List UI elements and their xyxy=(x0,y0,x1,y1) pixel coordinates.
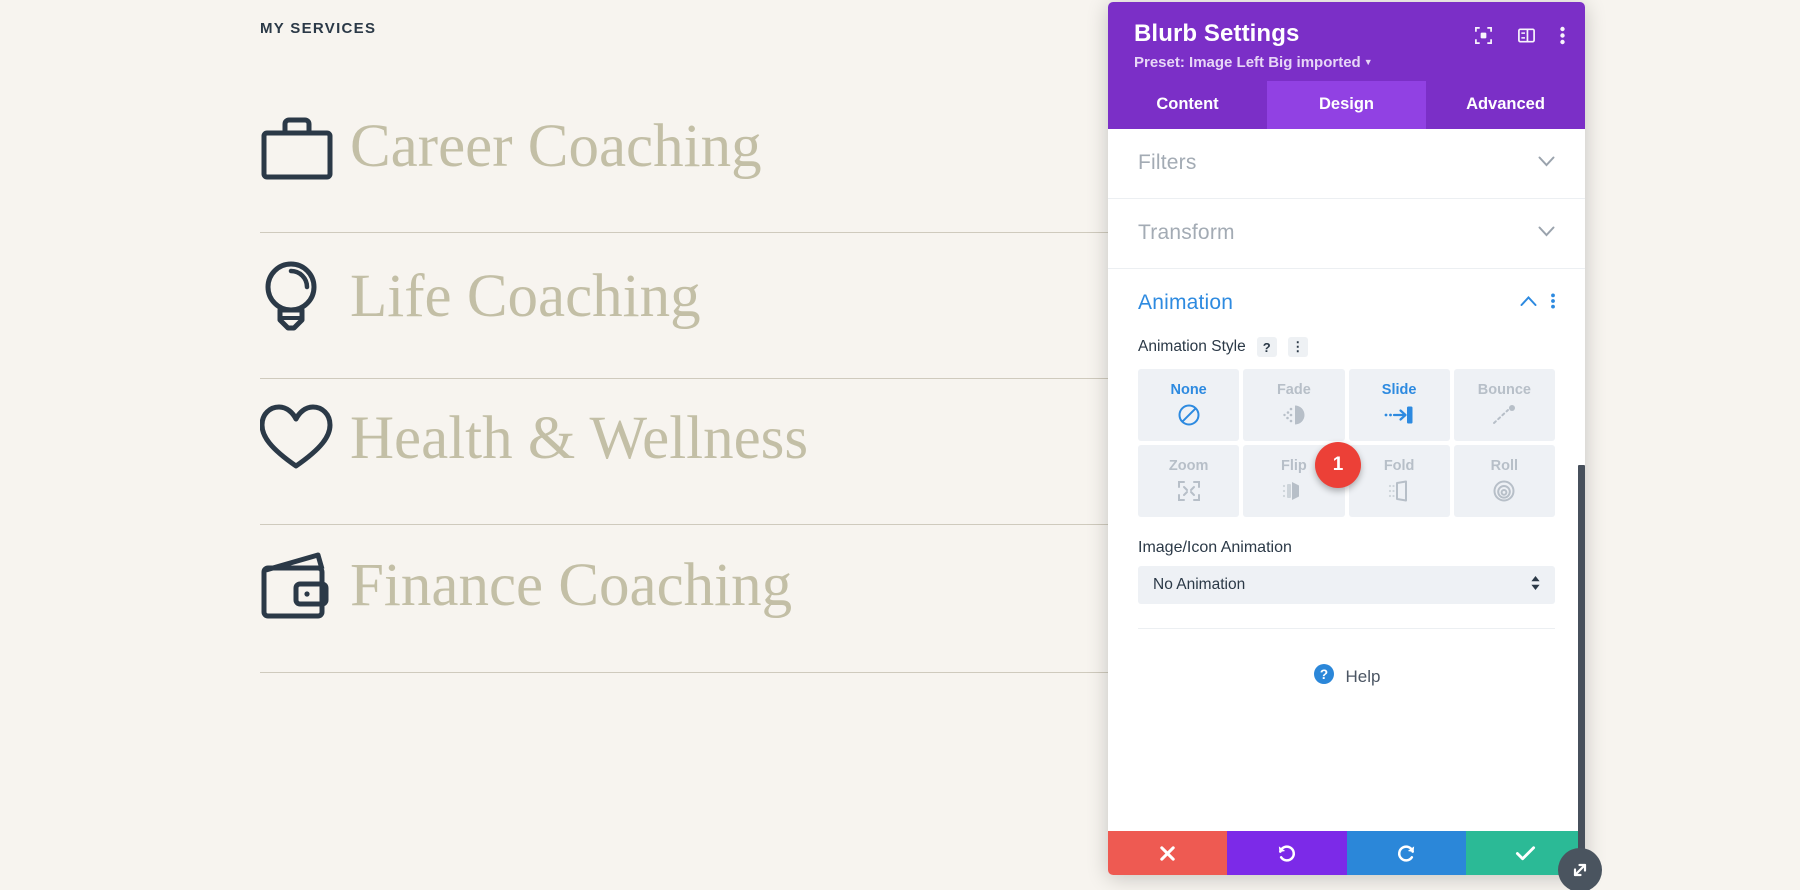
section-toggle-transform[interactable]: Transform xyxy=(1108,199,1585,269)
kebab-menu-icon[interactable] xyxy=(1560,26,1565,45)
lightbulb-icon xyxy=(260,258,350,336)
stepper-arrows-icon xyxy=(1530,575,1541,596)
service-title: Finance Coaching xyxy=(350,551,793,619)
fold-icon xyxy=(1386,478,1412,504)
modal-tabs: Content Design Advanced xyxy=(1108,81,1585,129)
animation-option-fold[interactable]: Fold xyxy=(1348,445,1450,517)
redo-icon xyxy=(1397,844,1414,862)
field-options-kebab-icon[interactable]: ⋮ xyxy=(1287,337,1308,357)
service-title: Life Coaching xyxy=(350,262,701,330)
resize-diagonal-icon xyxy=(1573,863,1587,877)
section-toggle-animation[interactable]: Animation xyxy=(1108,269,1585,321)
heart-icon xyxy=(260,404,350,474)
tab-design[interactable]: Design xyxy=(1267,81,1426,129)
option-label: Zoom xyxy=(1168,458,1209,474)
option-label: None xyxy=(1170,382,1207,398)
animation-option-bounce[interactable]: Bounce xyxy=(1453,369,1555,441)
modal-resize-handle[interactable] xyxy=(1558,848,1602,890)
animation-option-fade[interactable]: Fade xyxy=(1243,369,1345,441)
focus-target-icon[interactable] xyxy=(1474,26,1493,45)
option-label: Bounce xyxy=(1477,382,1531,398)
animation-option-roll[interactable]: Roll xyxy=(1453,445,1555,517)
help-question-icon[interactable]: ? xyxy=(1256,337,1277,357)
undo-button[interactable] xyxy=(1227,831,1347,875)
animation-style-label: Animation Style xyxy=(1138,338,1246,355)
option-label: Fade xyxy=(1276,382,1311,398)
option-label: Flip xyxy=(1280,458,1307,474)
svg-text:?: ? xyxy=(1319,667,1327,682)
image-icon-animation-label: Image/Icon Animation xyxy=(1138,539,1292,556)
no-entry-icon xyxy=(1177,402,1201,428)
preset-label: Preset: Image Left Big imported xyxy=(1134,54,1361,71)
select-value: No Animation xyxy=(1153,576,1246,593)
zoom-expand-icon xyxy=(1176,478,1202,504)
bounce-dots-icon xyxy=(1491,402,1517,428)
help-circle-icon: ? xyxy=(1313,663,1335,690)
cancel-button[interactable] xyxy=(1108,831,1228,875)
redo-button[interactable] xyxy=(1346,831,1466,875)
option-label: Fold xyxy=(1383,458,1415,474)
layout-panel-icon[interactable] xyxy=(1517,26,1536,45)
flip-icon xyxy=(1281,478,1307,504)
service-title: Career Coaching xyxy=(350,112,762,180)
preset-selector[interactable]: Preset: Image Left Big imported ▼ xyxy=(1134,54,1559,71)
chevron-down-icon: ▼ xyxy=(1363,57,1373,67)
section-title: Transform xyxy=(1138,221,1235,244)
section-title: Animation xyxy=(1138,291,1234,314)
checkmark-icon xyxy=(1515,846,1535,861)
modal-footer xyxy=(1108,831,1585,875)
tab-advanced[interactable]: Advanced xyxy=(1426,81,1585,129)
wallet-icon xyxy=(260,550,350,622)
chevron-up-icon[interactable] xyxy=(1520,294,1537,312)
section-toggle-filters[interactable]: Filters xyxy=(1108,129,1585,199)
roll-spiral-icon xyxy=(1491,478,1517,504)
image-icon-animation-select[interactable]: No Animation xyxy=(1138,566,1555,604)
step-badge-1: 1 xyxy=(1315,442,1361,488)
help-label: Help xyxy=(1345,666,1381,686)
close-x-icon xyxy=(1160,845,1175,861)
option-label: Roll xyxy=(1490,458,1519,474)
chevron-down-icon[interactable] xyxy=(1538,224,1555,242)
animation-option-slide[interactable]: Slide xyxy=(1348,369,1450,441)
fade-icon xyxy=(1281,402,1307,428)
animation-option-zoom[interactable]: Zoom xyxy=(1138,445,1240,517)
section-title: Filters xyxy=(1138,151,1197,174)
briefcase-icon xyxy=(260,112,350,182)
panel-scrollbar-thumb[interactable] xyxy=(1578,465,1585,860)
slide-arrow-icon xyxy=(1384,402,1414,428)
help-link[interactable]: ? Help xyxy=(1138,629,1555,690)
animation-option-none[interactable]: None xyxy=(1138,369,1240,441)
tab-content[interactable]: Content xyxy=(1108,81,1267,129)
undo-icon xyxy=(1279,844,1296,862)
modal-header: Blurb Settings Preset: Image Left Big im… xyxy=(1108,2,1585,81)
section-options-kebab-icon[interactable] xyxy=(1551,293,1555,314)
animation-style-label-row: Animation Style ? ⋮ xyxy=(1138,337,1555,357)
service-title: Health & Wellness xyxy=(350,404,809,472)
page-title: MY SERVICES xyxy=(260,20,377,37)
chevron-down-icon[interactable] xyxy=(1538,154,1555,172)
blurb-settings-modal: Blurb Settings Preset: Image Left Big im… xyxy=(1108,2,1585,875)
option-label: Slide xyxy=(1381,382,1417,398)
